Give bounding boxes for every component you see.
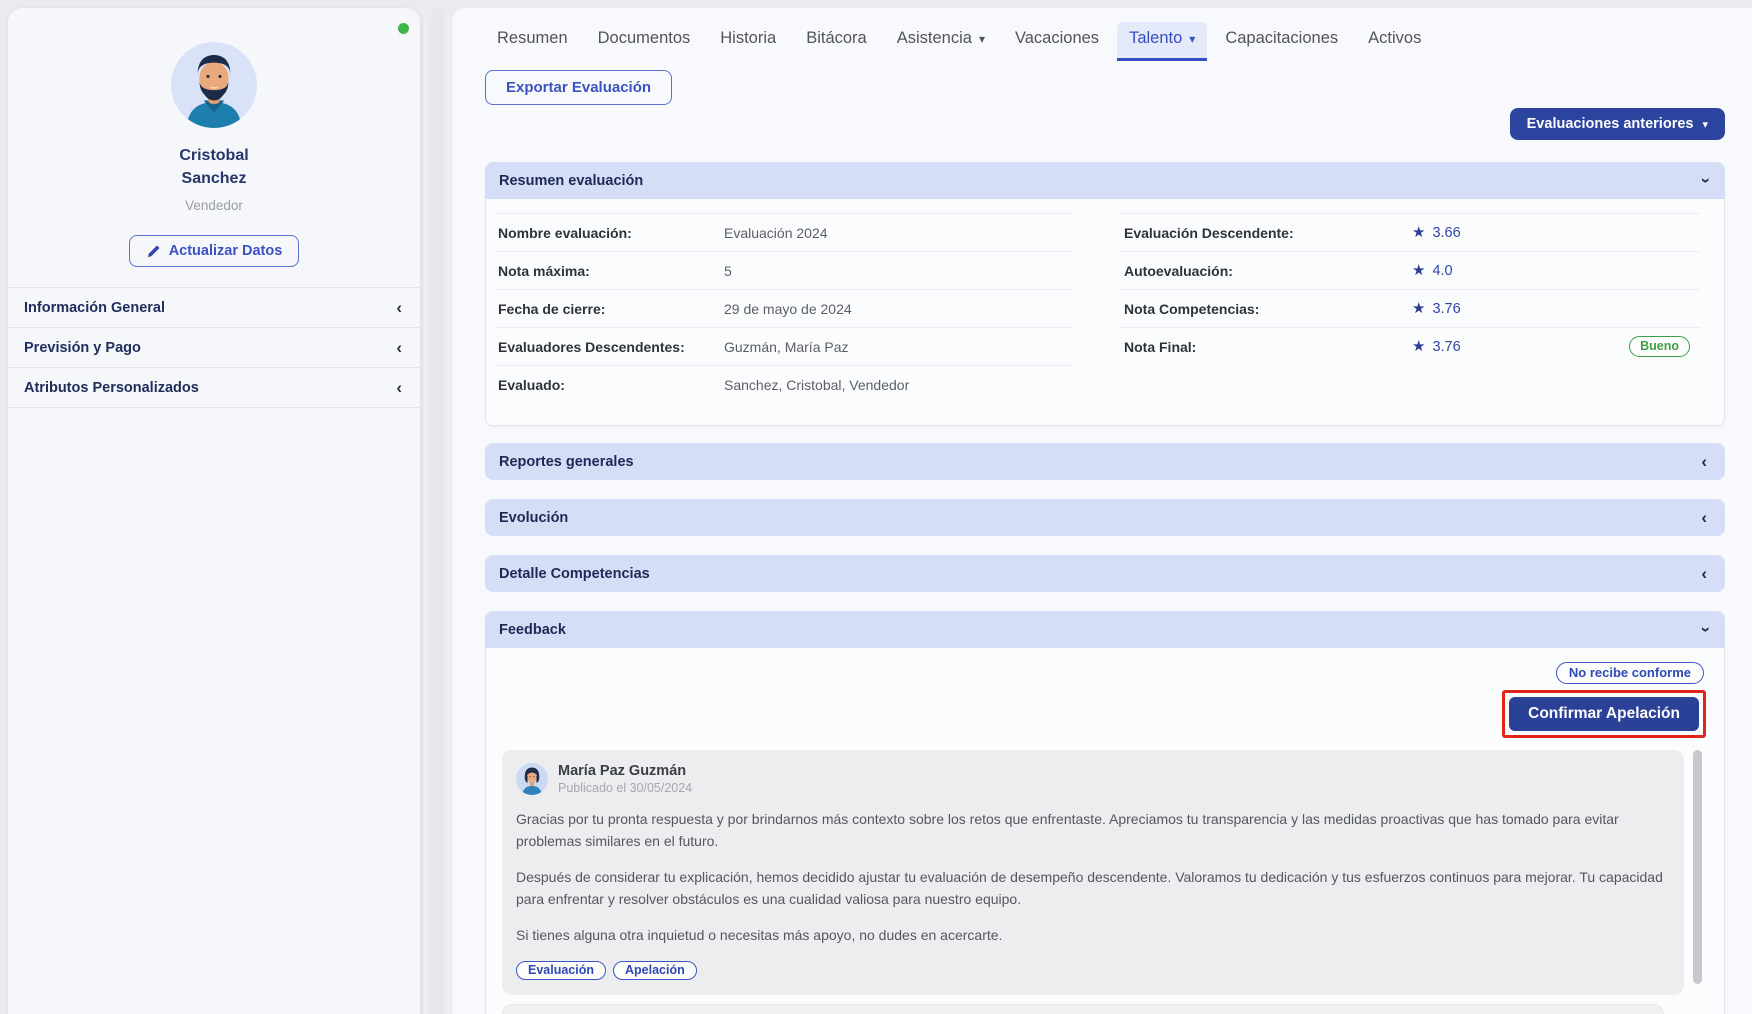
tab-activos[interactable]: Activos: [1356, 22, 1433, 58]
caret-down-icon: ▾: [979, 32, 985, 46]
score-value: 4.0: [1432, 263, 1452, 279]
confirm-appeal-button[interactable]: Confirmar Apelación: [1509, 697, 1699, 731]
sidebar-item-label: Información General: [24, 300, 165, 316]
star-icon: ★: [1412, 225, 1425, 240]
score-value: 3.76: [1432, 339, 1460, 355]
sidebar-item-atributos-personalizados[interactable]: Atributos Personalizados ‹: [8, 367, 420, 408]
employee-role: Vendedor: [8, 198, 420, 213]
star-icon: ★: [1412, 339, 1425, 354]
main-content: Resumen Documentos Historia Bitácora Asi…: [452, 8, 1752, 1014]
update-data-label: Actualizar Datos: [169, 243, 283, 259]
comments-scroll-area: María Paz Guzmán Publicado el 30/05/2024…: [502, 750, 1704, 1014]
feedback-comment: María Paz Guzmán Publicado el 30/05/2024…: [502, 750, 1684, 995]
summary-score-row: Nota Competencias: ★3.76: [1120, 289, 1700, 327]
employee-name: Cristobal Sanchez: [8, 144, 420, 190]
no-recibe-conforme-badge: No recibe conforme: [1556, 662, 1704, 684]
employee-avatar: [171, 42, 257, 128]
caret-down-icon: ▾: [1189, 32, 1195, 46]
sidebar-item-label: Previsión y Pago: [24, 340, 141, 356]
panel-title: Reportes generales: [499, 454, 634, 470]
chevron-left-icon: ‹: [1701, 509, 1707, 526]
page-scrollbar-track[interactable]: [424, 8, 450, 1014]
chevron-down-icon: ‹: [1696, 627, 1713, 633]
tab-bitacora[interactable]: Bitácora: [794, 22, 879, 58]
tag-evaluacion: Evaluación: [516, 961, 606, 980]
export-evaluation-button[interactable]: Exportar Evaluación: [485, 70, 672, 105]
comment-author: María Paz Guzmán: [558, 763, 692, 779]
previous-evaluations-button[interactable]: Evaluaciones anteriores ▾: [1510, 108, 1725, 140]
chevron-left-icon: ‹: [396, 379, 402, 396]
update-data-button[interactable]: Actualizar Datos: [129, 235, 300, 267]
evolucion-panel: Evolución ‹: [485, 499, 1725, 536]
summary-row: Nota máxima: 5: [494, 251, 1074, 289]
summary-score-row: Evaluación Descendente: ★3.66: [1120, 213, 1700, 251]
feedback-header[interactable]: Feedback ‹: [485, 611, 1725, 648]
feedback-panel: Feedback ‹ No recibe conforme Confirmar …: [485, 611, 1725, 1014]
evaluation-summary-panel: Resumen evaluación ‹ Nombre evaluación: …: [485, 162, 1725, 426]
summary-row: Evaluado: Sanchez, Cristobal, Vendedor: [494, 365, 1074, 403]
panel-title: Detalle Competencias: [499, 566, 650, 582]
summary-row: Fecha de cierre: 29 de mayo de 2024: [494, 289, 1074, 327]
chevron-left-icon: ‹: [396, 299, 402, 316]
tab-historia[interactable]: Historia: [708, 22, 788, 58]
tab-resumen[interactable]: Resumen: [485, 22, 580, 58]
reportes-generales-panel: Reportes generales ‹: [485, 443, 1725, 480]
evaluation-summary-body: Nombre evaluación: Evaluación 2024 Nota …: [485, 199, 1725, 426]
tag-apelacion: Apelación: [613, 961, 697, 980]
panel-title: Resumen evaluación: [499, 173, 643, 189]
chevron-down-icon: ‹: [1696, 178, 1713, 184]
evaluation-summary-header[interactable]: Resumen evaluación ‹: [485, 162, 1725, 199]
summary-row: Evaluadores Descendentes: Guzmán, María …: [494, 327, 1074, 365]
comment-paragraph: Gracias por tu pronta respuesta y por br…: [516, 808, 1664, 853]
male-avatar-icon: [171, 42, 257, 128]
employee-sidebar: Cristobal Sanchez Vendedor Actualizar Da…: [8, 8, 420, 1014]
chevron-left-icon: ‹: [396, 339, 402, 356]
status-badge-bueno: Bueno: [1629, 336, 1690, 357]
sidebar-item-label: Atributos Personalizados: [24, 380, 199, 396]
summary-right-column: Evaluación Descendente: ★3.66 Autoevalua…: [1120, 213, 1700, 403]
tab-vacaciones[interactable]: Vacaciones: [1003, 22, 1111, 58]
evolucion-header[interactable]: Evolución ‹: [485, 499, 1725, 536]
sidebar-item-informacion-general[interactable]: Información General ‹: [8, 287, 420, 327]
star-icon: ★: [1412, 263, 1425, 278]
panel-title: Feedback: [499, 622, 566, 638]
reportes-generales-header[interactable]: Reportes generales ‹: [485, 443, 1725, 480]
annotation-highlight-box: Confirmar Apelación: [1502, 690, 1706, 738]
pencil-icon: [146, 244, 161, 259]
employee-last-name: Sanchez: [8, 167, 420, 190]
commenter-avatar: [516, 763, 548, 795]
summary-score-row: Autoevaluación: ★4.0: [1120, 251, 1700, 289]
caret-down-icon: ▾: [1702, 118, 1708, 131]
employee-first-name: Cristobal: [8, 144, 420, 167]
star-icon: ★: [1412, 301, 1425, 316]
comment-published-date: Publicado el 30/05/2024: [558, 781, 692, 795]
comment-paragraph: Después de considerar tu explicación, he…: [516, 866, 1664, 911]
feedback-body: No recibe conforme Confirmar Apelación: [485, 648, 1725, 1014]
summary-row: Nombre evaluación: Evaluación 2024: [494, 213, 1074, 251]
sidebar-item-prevision-y-pago[interactable]: Previsión y Pago ‹: [8, 327, 420, 367]
score-value: 3.76: [1432, 301, 1460, 317]
summary-left-column: Nombre evaluación: Evaluación 2024 Nota …: [494, 213, 1074, 403]
chevron-left-icon: ‹: [1701, 565, 1707, 582]
comment-tags: Evaluación Apelación: [516, 961, 1664, 980]
panel-title: Evolución: [499, 510, 568, 526]
profile-tabs: Resumen Documentos Historia Bitácora Asi…: [485, 22, 1725, 64]
tab-documentos[interactable]: Documentos: [586, 22, 703, 58]
detalle-competencias-header[interactable]: Detalle Competencias ‹: [485, 555, 1725, 592]
female-avatar-icon: [516, 763, 548, 795]
summary-score-row: Nota Final: ★3.76 Bueno: [1120, 327, 1700, 365]
tab-capacitaciones[interactable]: Capacitaciones: [1213, 22, 1350, 58]
comments-scrollbar-thumb[interactable]: [1693, 750, 1702, 984]
tab-talento[interactable]: Talento ▾: [1117, 22, 1207, 61]
next-comment-peek: [502, 1004, 1664, 1014]
online-status-dot: [398, 23, 409, 34]
comment-paragraph: Si tienes alguna otra inquietud o necesi…: [516, 924, 1664, 946]
score-value: 3.66: [1432, 225, 1460, 241]
sidebar-sections: Información General ‹ Previsión y Pago ‹…: [8, 287, 420, 408]
tab-asistencia[interactable]: Asistencia ▾: [885, 22, 997, 58]
chevron-left-icon: ‹: [1701, 453, 1707, 470]
detalle-competencias-panel: Detalle Competencias ‹: [485, 555, 1725, 592]
